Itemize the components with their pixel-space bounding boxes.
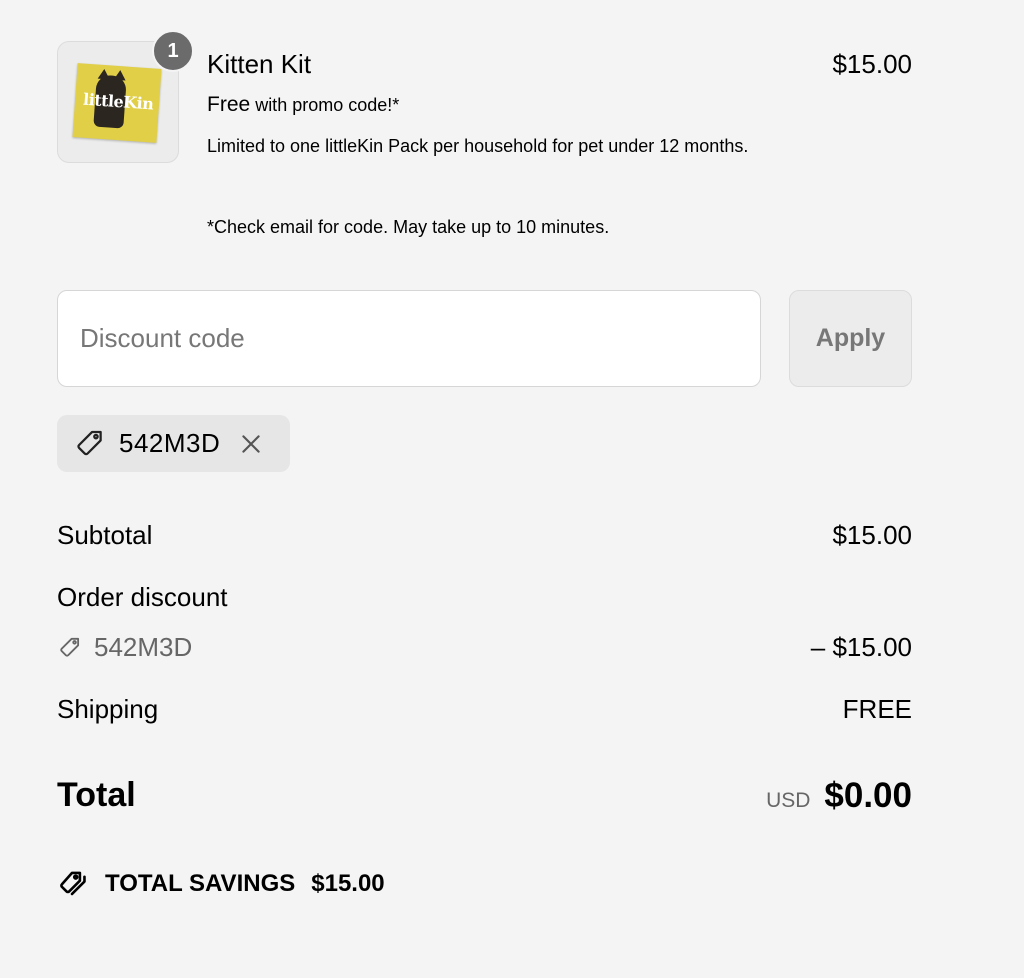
applied-discount-code: 542M3D	[119, 428, 221, 458]
product-image: littleKin	[72, 63, 162, 143]
apply-discount-button[interactable]: Apply	[789, 290, 912, 387]
discount-code-input[interactable]	[57, 290, 761, 387]
product-title: Kitten Kit	[207, 49, 312, 79]
shipping-value: FREE	[842, 694, 912, 724]
product-price: $15.00	[832, 49, 912, 79]
total-value: $0.00	[824, 776, 912, 815]
promo-suffix: with promo code!*	[250, 95, 400, 115]
shipping-label: Shipping	[57, 694, 159, 724]
total-savings: TOTAL SAVINGS $15.00	[57, 868, 385, 900]
total-label: Total	[57, 776, 136, 814]
tags-icon	[60, 871, 86, 896]
order-discount-code: 542M3D	[94, 632, 193, 662]
product-thumbnail: littleKin 1	[57, 30, 194, 163]
subtotal-value: $15.00	[832, 520, 912, 550]
total-currency: USD	[766, 789, 811, 812]
quantity-badge: 1	[152, 30, 194, 72]
applied-discount-chip: 542M3D	[57, 415, 290, 472]
product-image-brand: littleKin	[82, 89, 154, 114]
close-icon[interactable]	[238, 431, 264, 457]
promo-free-label: Free	[207, 93, 251, 116]
promo-limit-note: Limited to one littleKin Pack per househ…	[207, 136, 749, 156]
order-discount-label: Order discount	[57, 582, 228, 612]
tag-icon	[60, 637, 80, 657]
order-discount-value: – $15.00	[810, 632, 912, 662]
total-savings-label: TOTAL SAVINGS	[105, 870, 296, 897]
promo-line: Free with promo code!*	[207, 93, 399, 117]
line-item: littleKin 1 Kitten Kit $15.00 Free with …	[57, 30, 912, 251]
tag-icon	[77, 430, 102, 455]
subtotal-label: Subtotal	[57, 520, 153, 550]
promo-email-note: *Check email for code. May take up to 10…	[207, 217, 610, 237]
total-savings-value: $15.00	[311, 870, 385, 897]
